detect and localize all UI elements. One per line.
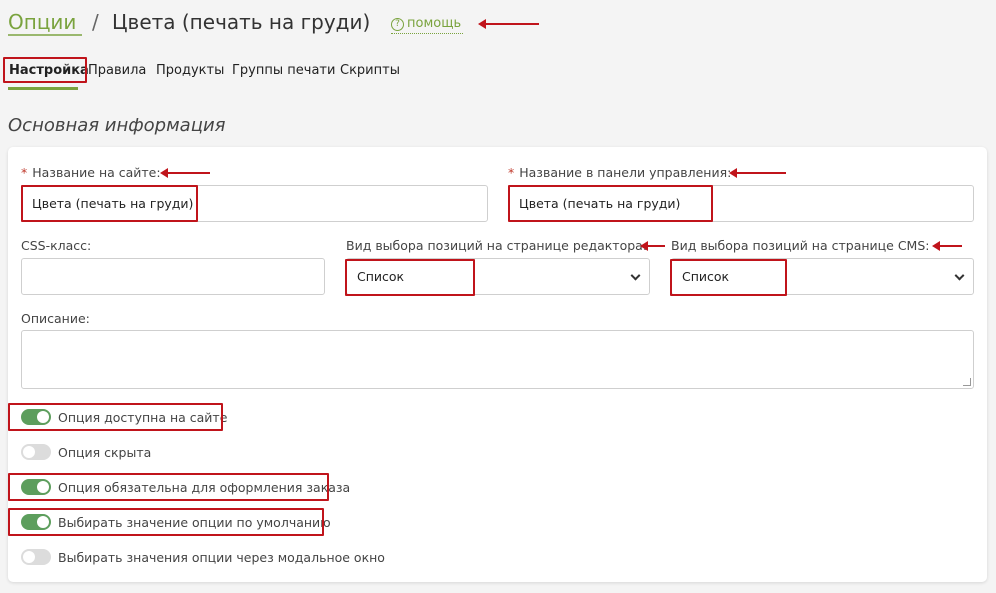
- chevron-down-icon: [630, 270, 641, 281]
- description-textarea[interactable]: [21, 330, 974, 389]
- breadcrumb-options-link[interactable]: Опции: [8, 8, 76, 36]
- tab-rules[interactable]: Правила: [88, 62, 146, 80]
- css-class-label: CSS-класс:: [21, 238, 92, 253]
- annotation-box-admin-name: [508, 185, 713, 222]
- help-link[interactable]: ? помощь: [391, 15, 461, 33]
- annotation-box-cms-view: [670, 259, 787, 296]
- description-label: Описание:: [21, 311, 90, 326]
- annotation-box-toggle-required: [8, 473, 329, 501]
- help-label: помощь: [407, 16, 462, 31]
- question-circle-icon: ?: [391, 18, 404, 31]
- annotation-arrow-help: [478, 19, 539, 29]
- annotation-arrow-site-name: [160, 168, 210, 178]
- admin-name-label: * Название в панели управления:: [508, 165, 732, 180]
- section-title: Основная информация: [8, 115, 226, 136]
- resize-grip-icon[interactable]: [963, 378, 971, 386]
- annotation-arrow-cms-view: [932, 241, 962, 251]
- toggle-label: Опция скрыта: [58, 444, 152, 460]
- toggle-switch[interactable]: [21, 444, 51, 460]
- page-title: Цвета (печать на груди): [112, 10, 371, 34]
- annotation-box-toggle-available: [8, 403, 223, 431]
- annotation-box-settings-tab: [3, 57, 87, 83]
- toggle-hidden[interactable]: Опция скрыта: [21, 442, 151, 462]
- breadcrumb-separator: /: [92, 10, 99, 34]
- toggle-label: Выбирать значения опции через модальное …: [58, 549, 385, 565]
- tab-print-groups[interactable]: Группы печати: [232, 62, 335, 80]
- cms-view-label: Вид выбора позиций на странице CMS:: [671, 238, 930, 253]
- annotation-box-editor-view: [345, 259, 475, 296]
- tab-scripts[interactable]: Скрипты: [340, 62, 400, 80]
- active-tab-indicator: [8, 87, 78, 90]
- toggle-switch[interactable]: [21, 549, 51, 565]
- annotation-box-site-name: [21, 185, 198, 222]
- help-underline: [391, 33, 463, 34]
- chevron-down-icon: [954, 270, 965, 281]
- annotation-arrow-admin-name: [729, 168, 786, 178]
- toggle-modal-select[interactable]: Выбирать значения опции через модальное …: [21, 547, 385, 567]
- editor-view-label: Вид выбора позиций на странице редактора…: [346, 238, 648, 253]
- annotation-arrow-editor-view: [640, 241, 665, 251]
- annotation-box-toggle-default: [8, 508, 324, 536]
- css-class-input[interactable]: [21, 258, 325, 295]
- breadcrumb-underline: [8, 34, 82, 36]
- tab-products[interactable]: Продукты: [156, 62, 224, 80]
- site-name-label: * Название на сайте:: [21, 165, 161, 180]
